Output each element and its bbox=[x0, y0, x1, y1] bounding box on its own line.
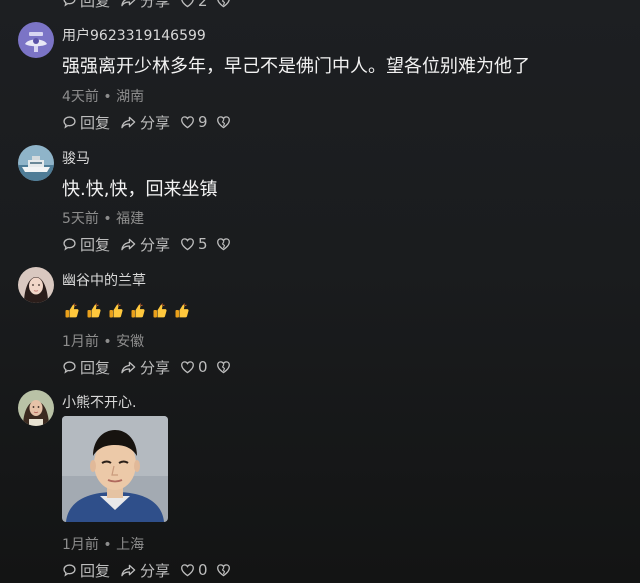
comment-actions: 回复 分享 9 bbox=[62, 112, 234, 132]
location: 上海 bbox=[116, 537, 145, 553]
comment-actions: 回复 分享 0 bbox=[62, 560, 234, 580]
broken-heart-icon bbox=[216, 116, 230, 129]
share-label: 分享 bbox=[140, 0, 171, 10]
separator-dot: • bbox=[103, 211, 112, 227]
comment-text: 快.快,快，回来坐镇 bbox=[62, 179, 218, 200]
comment-meta: 4天前 • 湖南 bbox=[62, 86, 144, 106]
broken-heart-icon bbox=[216, 361, 230, 374]
comment-text: 强强离开少林多年，早己不是佛门中人。望各位别难为他了 bbox=[62, 56, 530, 77]
avatar[interactable] bbox=[18, 22, 54, 58]
share-label: 分享 bbox=[140, 113, 171, 132]
dislike-button[interactable] bbox=[216, 115, 234, 129]
speech-bubble-icon bbox=[63, 563, 76, 577]
comment-actions: 回复 分享 0 bbox=[62, 357, 234, 377]
heart-icon bbox=[181, 238, 194, 251]
reply-button[interactable]: 回复 bbox=[62, 0, 110, 11]
dislike-button[interactable] bbox=[216, 360, 234, 374]
share-arrow-icon bbox=[121, 116, 136, 128]
heart-icon bbox=[181, 564, 194, 577]
avatar[interactable] bbox=[18, 145, 54, 181]
thumbs-up-icon bbox=[153, 303, 167, 318]
share-button[interactable]: 分享 bbox=[120, 112, 170, 133]
thumbs-up-icon bbox=[65, 303, 79, 318]
username[interactable]: 小熊不开心. bbox=[62, 392, 136, 412]
previous-comment-actions: 回复 分享 2 bbox=[62, 0, 234, 11]
like-count: 0 bbox=[198, 358, 208, 376]
dislike-button[interactable] bbox=[216, 0, 234, 8]
share-arrow-icon bbox=[121, 564, 136, 576]
share-label: 分享 bbox=[140, 358, 171, 377]
thumbs-up-icon bbox=[131, 303, 145, 318]
share-label: 分享 bbox=[140, 561, 171, 580]
speech-bubble-icon bbox=[63, 0, 76, 7]
like-count: 5 bbox=[198, 235, 208, 253]
reply-label: 回复 bbox=[80, 358, 111, 377]
separator-dot: • bbox=[103, 89, 112, 105]
speech-bubble-icon bbox=[63, 115, 76, 129]
share-button[interactable]: 分享 bbox=[120, 560, 170, 581]
comment-meta: 1月前 • 上海 bbox=[62, 534, 144, 554]
thumbs-up-icon bbox=[87, 303, 101, 318]
separator-dot: • bbox=[103, 537, 112, 553]
location: 湖南 bbox=[116, 89, 145, 105]
avatar[interactable] bbox=[18, 267, 54, 303]
like-button[interactable]: 0 bbox=[180, 358, 208, 376]
like-button[interactable]: 5 bbox=[180, 235, 208, 253]
like-count: 2 bbox=[198, 0, 208, 10]
heart-icon bbox=[181, 116, 194, 129]
share-button[interactable]: 分享 bbox=[120, 357, 170, 378]
dislike-button[interactable] bbox=[216, 563, 234, 577]
heart-icon bbox=[181, 0, 194, 7]
like-button[interactable]: 0 bbox=[180, 561, 208, 579]
avatar[interactable] bbox=[18, 390, 54, 426]
share-arrow-icon bbox=[121, 0, 136, 7]
share-arrow-icon bbox=[121, 238, 136, 250]
emoji-row bbox=[64, 303, 196, 319]
broken-heart-icon bbox=[216, 238, 230, 251]
share-label: 分享 bbox=[140, 235, 171, 254]
like-count: 9 bbox=[198, 113, 208, 131]
speech-bubble-icon bbox=[63, 237, 76, 251]
comment-meta: 5天前 • 福建 bbox=[62, 208, 144, 228]
username[interactable]: 骏马 bbox=[62, 148, 90, 168]
timestamp: 1月前 bbox=[62, 537, 99, 553]
comment-photo[interactable] bbox=[62, 416, 168, 522]
broken-heart-icon bbox=[216, 0, 230, 7]
comment-meta: 1月前 • 安徽 bbox=[62, 331, 144, 351]
share-arrow-icon bbox=[121, 361, 136, 373]
reply-label: 回复 bbox=[80, 0, 111, 10]
location: 安徽 bbox=[116, 334, 145, 350]
dislike-button[interactable] bbox=[216, 237, 234, 251]
reply-button[interactable]: 回复 bbox=[62, 112, 110, 133]
separator-dot: • bbox=[103, 334, 112, 350]
like-count: 0 bbox=[198, 561, 208, 579]
reply-label: 回复 bbox=[80, 235, 111, 254]
comment-actions: 回复 分享 5 bbox=[62, 234, 234, 254]
username[interactable]: 幽谷中的兰草 bbox=[62, 270, 146, 290]
share-button[interactable]: 分享 bbox=[120, 234, 170, 255]
like-button[interactable]: 2 bbox=[180, 0, 208, 10]
username[interactable]: 用户9623319146599 bbox=[62, 25, 206, 45]
reply-button[interactable]: 回复 bbox=[62, 357, 110, 378]
timestamp: 1月前 bbox=[62, 334, 99, 350]
heart-icon bbox=[181, 361, 194, 374]
reply-label: 回复 bbox=[80, 113, 111, 132]
speech-bubble-icon bbox=[63, 360, 76, 374]
like-button[interactable]: 9 bbox=[180, 113, 208, 131]
reply-button[interactable]: 回复 bbox=[62, 560, 110, 581]
share-button[interactable]: 分享 bbox=[120, 0, 170, 11]
thumbs-up-icon bbox=[109, 303, 123, 318]
reply-button[interactable]: 回复 bbox=[62, 234, 110, 255]
timestamp: 5天前 bbox=[62, 211, 99, 227]
reply-label: 回复 bbox=[80, 561, 111, 580]
thumbs-up-icon bbox=[175, 303, 189, 318]
timestamp: 4天前 bbox=[62, 89, 99, 105]
location: 福建 bbox=[116, 211, 145, 227]
broken-heart-icon bbox=[216, 564, 230, 577]
